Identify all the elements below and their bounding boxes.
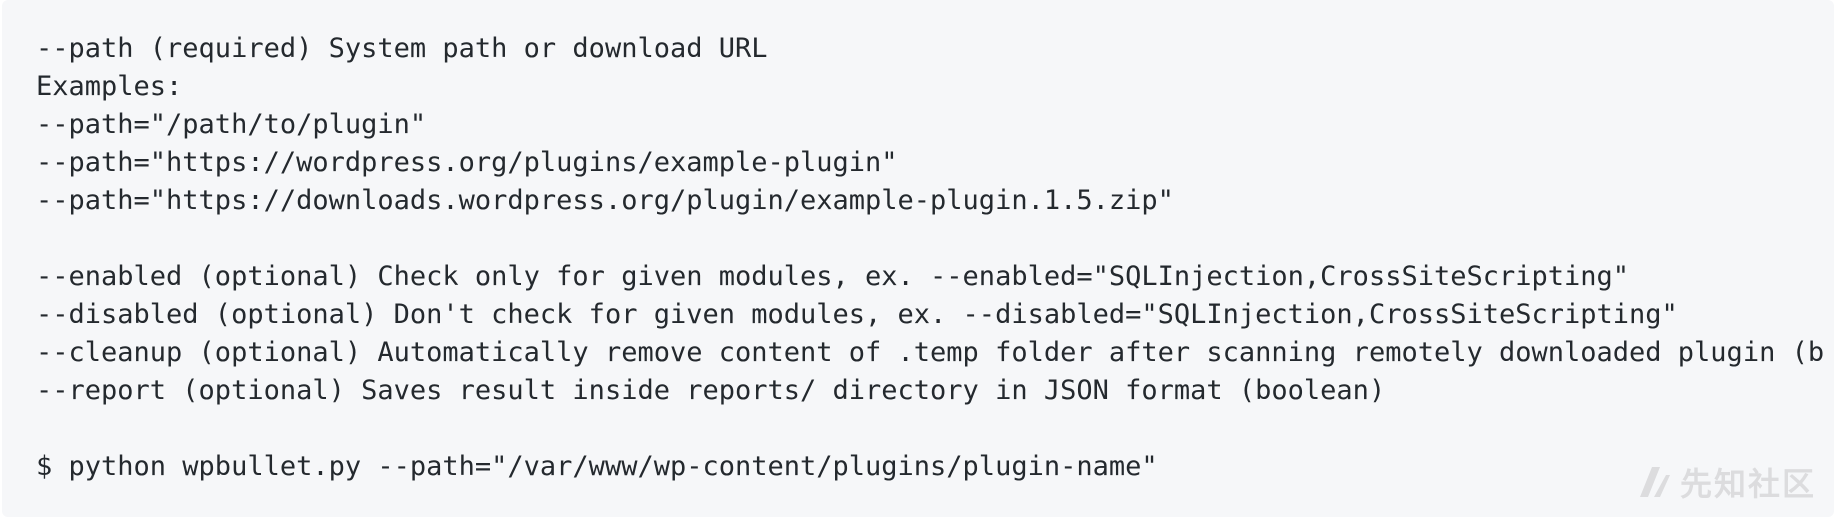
code-line-3: --path="/path/to/plugin" xyxy=(36,109,427,140)
code-line-10: --report (optional) Saves result inside … xyxy=(36,375,1386,406)
watermark-text: 先知社区 xyxy=(1679,465,1816,503)
code-line-2: Examples: xyxy=(36,71,183,102)
code-line-8: --disabled (optional) Don't check for gi… xyxy=(36,299,1678,330)
code-line-7: --enabled (optional) Check only for give… xyxy=(36,261,1630,292)
code-line-1: --path (required) System path or downloa… xyxy=(36,33,768,64)
watermark: 先知社区 xyxy=(1638,459,1816,505)
code-line-4: --path="https://wordpress.org/plugins/ex… xyxy=(36,147,898,178)
code-line-12: $ python wpbullet.py --path="/var/www/wp… xyxy=(36,451,1158,482)
xianzhi-logo-icon xyxy=(1638,465,1672,499)
code-line-5: --path="https://downloads.wordpress.org/… xyxy=(36,185,1174,216)
code-line-9: --cleanup (optional) Automatically remov… xyxy=(36,337,1825,368)
code-block: --path (required) System path or downloa… xyxy=(2,0,1834,517)
